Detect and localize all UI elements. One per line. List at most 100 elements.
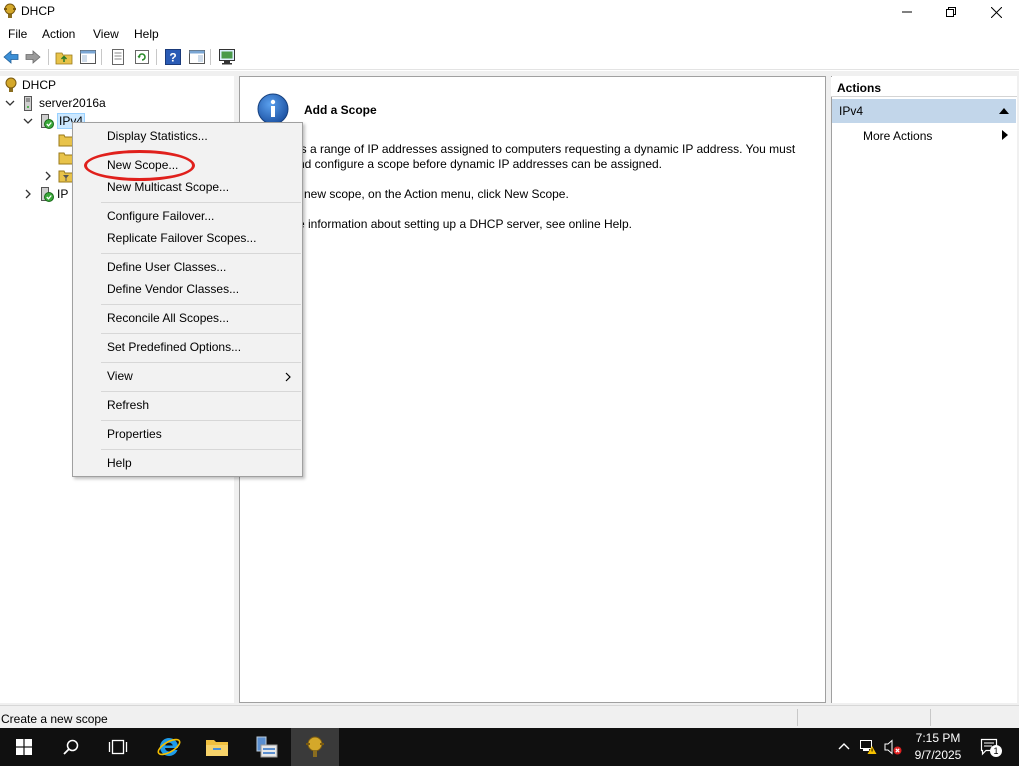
- menu-item-set-predefined-options[interactable]: Set Predefined Options...: [107, 340, 241, 354]
- actions-section-label: IPv4: [839, 104, 864, 118]
- chevron-down-icon[interactable]: [22, 115, 34, 127]
- properties-icon[interactable]: [109, 48, 127, 66]
- tree-item-ipv6[interactable]: IP: [22, 185, 68, 203]
- menu-separator: [101, 253, 301, 254]
- menu-item-properties[interactable]: Properties: [107, 427, 162, 441]
- task-view-button[interactable]: [94, 728, 142, 766]
- collapse-up-icon[interactable]: [999, 107, 1009, 114]
- menu-item-configure-failover[interactable]: Configure Failover...: [107, 209, 214, 223]
- menu-item-new-scope[interactable]: New Scope...: [107, 158, 178, 172]
- menu-item-help[interactable]: Help: [107, 456, 132, 470]
- toolbar-separator: [48, 49, 49, 65]
- menu-separator: [101, 333, 301, 334]
- chevron-right-icon[interactable]: [42, 170, 54, 182]
- minimize-icon: [902, 11, 912, 13]
- start-button[interactable]: [0, 728, 48, 766]
- ipv6-icon: [41, 187, 54, 202]
- tree-label-ipv6: IP: [57, 187, 69, 201]
- actions-header: Actions: [831, 77, 1017, 97]
- file-explorer-icon: [206, 740, 228, 756]
- task-view-icon: [108, 739, 128, 755]
- menu-action[interactable]: Action: [42, 27, 75, 41]
- window-title: DHCP: [21, 4, 56, 18]
- description-line: is a range of IP addresses assigned to c…: [298, 142, 796, 156]
- volume-muted-icon[interactable]: [884, 739, 902, 755]
- menu-separator: [101, 362, 301, 363]
- tree-label-dhcp: DHCP: [22, 78, 57, 92]
- restore-button[interactable]: [928, 0, 974, 24]
- tree-item-server[interactable]: server2016a: [4, 94, 106, 112]
- menu-item-display-statistics[interactable]: Display Statistics...: [107, 129, 208, 143]
- status-bar: Create a new scope: [0, 705, 1019, 728]
- menu-help[interactable]: Help: [134, 27, 159, 41]
- menu-separator: [101, 304, 301, 305]
- submenu-arrow-icon: [285, 372, 291, 382]
- taskbar-ie[interactable]: [145, 728, 193, 766]
- menu-item-reconcile-all-scopes[interactable]: Reconcile All Scopes...: [107, 311, 229, 325]
- tree-item-dhcp[interactable]: DHCP: [3, 76, 56, 94]
- tree-label-server: server2016a: [39, 96, 106, 110]
- svg-text:?: ?: [169, 51, 176, 65]
- minimize-button[interactable]: [884, 0, 930, 24]
- restore-icon: [946, 7, 956, 17]
- context-menu: Display Statistics... New Scope... New M…: [72, 122, 303, 477]
- taskbar-server-manager[interactable]: [243, 728, 291, 766]
- description-line: e information about setting up a DHCP se…: [298, 217, 632, 231]
- chevron-down-icon[interactable]: [4, 97, 16, 109]
- up-folder-icon[interactable]: [55, 48, 73, 66]
- menu-separator: [101, 420, 301, 421]
- menu-item-view[interactable]: View: [107, 369, 133, 383]
- search-button[interactable]: [47, 728, 95, 766]
- actions-section-ipv4[interactable]: IPv4: [832, 99, 1016, 123]
- taskbar-file-explorer[interactable]: [193, 728, 241, 766]
- menu-view[interactable]: View: [93, 27, 119, 41]
- clock-date[interactable]: 9/7/2025: [913, 748, 963, 762]
- menu-item-replicate-failover-scopes[interactable]: Replicate Failover Scopes...: [107, 231, 256, 245]
- taskbar: 7:15 PM 9/7/2025 1: [0, 728, 1019, 766]
- help-icon[interactable]: ?: [164, 48, 182, 66]
- menu-separator: [101, 202, 301, 203]
- toolbar-separator: [156, 49, 157, 65]
- status-separator: [797, 709, 798, 726]
- clock-time[interactable]: 7:15 PM: [913, 731, 963, 745]
- menu-item-refresh[interactable]: Refresh: [107, 398, 149, 412]
- refresh-icon[interactable]: [133, 48, 151, 66]
- dhcp-taskbar-icon: [306, 736, 324, 757]
- chevron-up-icon[interactable]: [838, 742, 850, 750]
- menu-item-define-vendor-classes[interactable]: Define Vendor Classes...: [107, 282, 239, 296]
- menu-bar: File Action View Help: [0, 24, 1019, 44]
- status-text: Create a new scope: [1, 712, 108, 726]
- add-scope-heading: Add a Scope: [304, 103, 377, 117]
- info-icon: [257, 93, 289, 125]
- forward-icon[interactable]: [24, 48, 42, 66]
- internet-explorer-icon: [157, 737, 181, 756]
- server-icon: [24, 96, 32, 111]
- taskbar-dhcp[interactable]: [291, 728, 339, 766]
- toolbar-separator: [101, 49, 102, 65]
- chevron-right-icon[interactable]: [22, 188, 34, 200]
- network-warning-icon[interactable]: [859, 739, 877, 755]
- action-center-button[interactable]: 1: [980, 738, 1002, 758]
- toolbar-separator: [210, 49, 211, 65]
- show-action-pane-icon[interactable]: [188, 48, 206, 66]
- description-line: nd configure a scope before dynamic IP a…: [298, 157, 663, 171]
- menu-file[interactable]: File: [8, 27, 27, 41]
- ipv4-icon: [41, 114, 54, 129]
- menu-separator: [101, 449, 301, 450]
- menu-item-define-user-classes[interactable]: Define User Classes...: [107, 260, 226, 274]
- toolbar: ?: [0, 44, 1019, 70]
- monitor-icon[interactable]: [218, 48, 236, 66]
- dhcp-app-icon: [4, 3, 16, 18]
- search-icon: [63, 739, 79, 755]
- title-bar: DHCP: [0, 0, 1019, 24]
- menu-separator: [101, 391, 301, 392]
- status-separator: [930, 709, 931, 726]
- actions-pane: [831, 76, 1017, 703]
- chevron-right-icon: [1002, 130, 1008, 140]
- menu-item-new-multicast-scope[interactable]: New Multicast Scope...: [107, 180, 229, 194]
- close-button[interactable]: [973, 0, 1019, 24]
- show-hide-tree-icon[interactable]: [79, 48, 97, 66]
- back-icon[interactable]: [2, 48, 20, 66]
- more-actions-item[interactable]: More Actions: [863, 129, 932, 143]
- windows-logo-icon: [16, 739, 32, 755]
